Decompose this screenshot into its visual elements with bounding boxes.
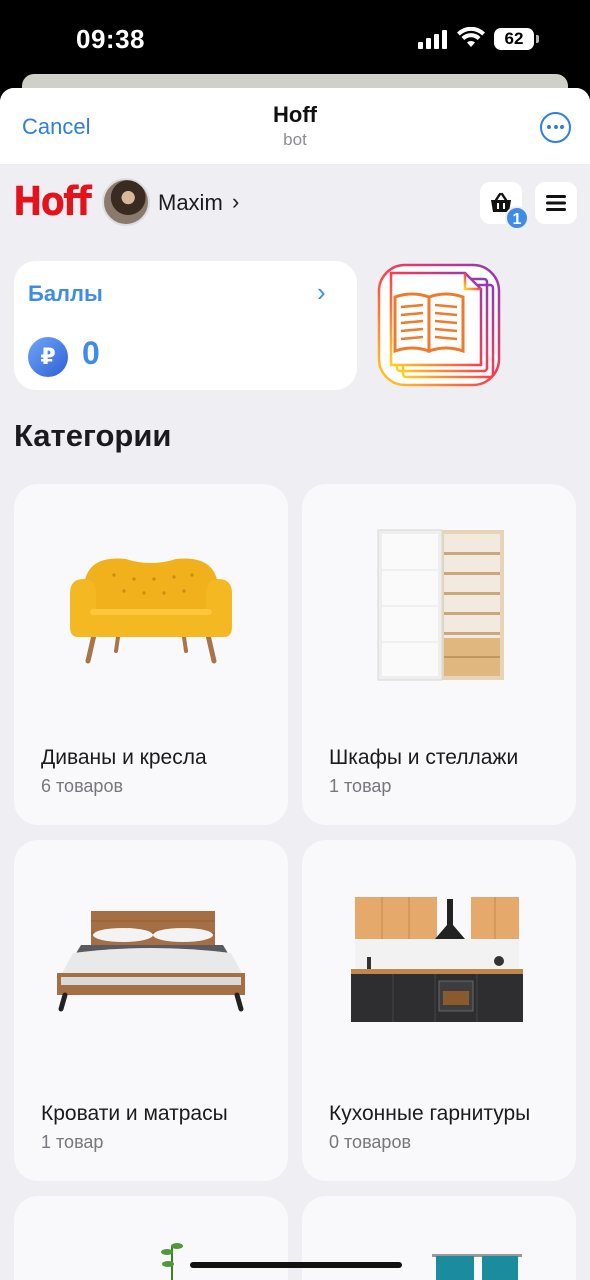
kitchen-image <box>302 840 576 1080</box>
chevron-right-icon: › <box>317 277 326 307</box>
menu-button[interactable] <box>535 182 577 224</box>
category-card-beds[interactable]: Кровати и матрасы 1 товар <box>14 840 288 1181</box>
wifi-icon <box>457 27 485 47</box>
status-time: 09:38 <box>76 24 145 54</box>
category-card-wardrobes[interactable]: Шкафы и стеллажи 1 товар <box>302 484 576 825</box>
signal-icon <box>418 30 447 49</box>
category-count: 1 товар <box>329 776 392 796</box>
category-name: Диваны и кресла <box>41 746 207 769</box>
category-card-kitchens[interactable]: Кухонные гарнитуры 0 товаров <box>302 840 576 1181</box>
category-count: 0 товаров <box>329 1132 412 1152</box>
category-count: 6 товаров <box>41 776 124 796</box>
category-count: 1 товар <box>41 1132 104 1152</box>
catalog-book-icon[interactable] <box>377 263 501 387</box>
avatar[interactable] <box>102 178 150 226</box>
hamburger-icon <box>546 195 566 211</box>
more-options-button[interactable] <box>540 112 571 143</box>
bonus-value: 0 <box>82 335 100 371</box>
bonus-title: Баллы <box>28 281 103 306</box>
bot-sheet: Cancel Hoff bot Hoff Maxim › 1 Баллы › ₽… <box>0 88 590 1280</box>
user-name[interactable]: Maxim <box>158 190 223 216</box>
sofa-image <box>14 484 288 724</box>
bed-image <box>14 840 288 1080</box>
plant-image <box>161 1243 183 1280</box>
category-card-sofas[interactable]: Диваны и кресла 6 товаров <box>14 484 288 825</box>
section-title: Категории <box>14 418 172 453</box>
nav-bar: Cancel Hoff bot <box>0 88 590 164</box>
nav-subtitle: bot <box>283 130 307 149</box>
chevron-right-icon[interactable]: › <box>232 189 239 215</box>
category-name: Кухонные гарнитуры <box>329 1102 531 1125</box>
wardrobe-image <box>302 484 576 724</box>
home-indicator <box>190 1262 402 1268</box>
battery-icon: 62 <box>494 28 534 50</box>
status-bar: 09:38 62 <box>0 0 590 80</box>
hoff-logo[interactable]: Hoff <box>13 179 92 225</box>
battery-nub <box>536 35 539 43</box>
cart-count-badge: 1 <box>505 206 529 230</box>
nav-title: Hoff <box>273 102 317 127</box>
curtain-image <box>432 1254 522 1280</box>
ruble-icon: ₽ <box>28 337 68 377</box>
category-name: Шкафы и стеллажи <box>329 746 519 769</box>
category-name: Кровати и матрасы <box>41 1102 228 1125</box>
bonus-card[interactable]: Баллы › ₽ 0 <box>14 261 357 390</box>
